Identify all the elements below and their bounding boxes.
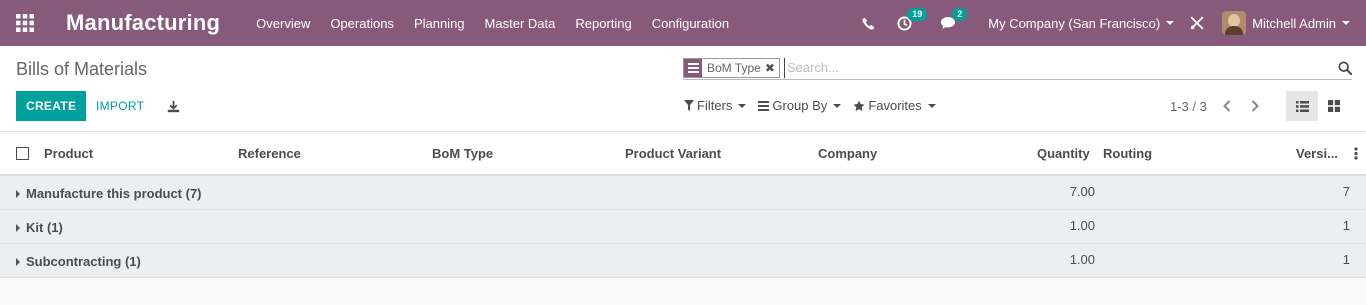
chevron-down-icon (1166, 21, 1175, 25)
group-row[interactable]: Kit (1) 1.00 1 (0, 210, 1366, 244)
group-name: Manufacture this product (7) (16, 186, 202, 201)
search-icon[interactable] (1332, 60, 1352, 75)
chevron-down-icon (738, 103, 747, 108)
import-button[interactable]: IMPORT (92, 91, 148, 121)
user-name: Mitchell Admin (1252, 15, 1336, 31)
group-version: 1 (1342, 218, 1350, 233)
create-button[interactable]: CREATE (16, 91, 87, 121)
column-routing[interactable]: Routing (1103, 146, 1152, 161)
download-icon[interactable] (164, 97, 182, 115)
company-switcher[interactable]: My Company (San Francisco) (988, 15, 1175, 31)
group-by-button[interactable]: Group By (758, 98, 842, 113)
list-view-icon[interactable] (1286, 91, 1318, 121)
tools-icon[interactable] (1190, 16, 1204, 30)
chat-icon[interactable]: 2 (940, 8, 968, 30)
pager-value[interactable]: 1-3 / 3 (1170, 99, 1207, 114)
menu-master-data[interactable]: Master Data (485, 16, 556, 31)
chevron-left-icon[interactable] (1220, 98, 1234, 114)
company-name: My Company (San Francisco) (988, 15, 1161, 31)
optional-columns-icon[interactable] (1354, 147, 1358, 163)
group-name: Kit (1) (16, 220, 63, 235)
group-name: Subcontracting (1) (16, 254, 141, 269)
message-count-badge: 2 (952, 8, 968, 21)
filters-label: Filters (697, 98, 733, 113)
column-quantity[interactable]: Quantity (1037, 146, 1090, 161)
group-version: 7 (1342, 184, 1350, 199)
kanban-view-icon[interactable] (1318, 91, 1350, 121)
control-panel: Bills of Materials BoM Type ✖ CREATE IMP… (0, 46, 1366, 132)
top-navbar: Manufacturing Overview Operations Planni… (0, 0, 1366, 46)
clock-icon[interactable]: 19 (897, 7, 928, 31)
chevron-down-icon (833, 103, 842, 108)
chevron-down-icon (1342, 21, 1350, 25)
breadcrumb: Bills of Materials (16, 59, 148, 79)
search-facet[interactable]: BoM Type ✖ (683, 57, 780, 78)
group-version: 1 (1342, 252, 1350, 267)
menu-configuration[interactable]: Configuration (652, 16, 729, 31)
column-version[interactable]: Versi... (1296, 146, 1338, 161)
group-by-label: Group By (772, 98, 828, 113)
search-options: Filters Group By Favorites (684, 98, 948, 113)
user-menu[interactable]: Mitchell Admin (1222, 11, 1350, 35)
chevron-down-icon (927, 103, 936, 108)
group-label: Manufacture this product (7) (26, 186, 202, 201)
column-product-variant[interactable]: Product Variant (625, 146, 721, 161)
filters-button[interactable]: Filters (684, 98, 747, 113)
column-product[interactable]: Product (44, 146, 93, 161)
favorites-label: Favorites (868, 98, 922, 113)
search-input[interactable] (783, 57, 1332, 78)
caret-right-icon (16, 223, 20, 232)
table-header: Product Reference BoM Type Product Varia… (0, 132, 1366, 176)
search-bar: BoM Type ✖ (683, 56, 1352, 80)
select-all-checkbox[interactable] (16, 147, 29, 160)
app-name[interactable]: Manufacturing (66, 10, 220, 36)
list-view: Product Reference BoM Type Product Varia… (0, 132, 1366, 278)
column-company[interactable]: Company (818, 146, 877, 161)
group-row[interactable]: Subcontracting (1) 1.00 1 (0, 244, 1366, 278)
group-label: Kit (1) (26, 220, 63, 235)
avatar (1222, 11, 1247, 35)
star-icon (853, 100, 865, 111)
caret-right-icon (16, 257, 20, 266)
apps-grid-icon[interactable] (0, 0, 50, 46)
bars-icon (758, 100, 770, 111)
favorites-button[interactable]: Favorites (853, 98, 936, 113)
filter-icon (684, 100, 694, 111)
caret-right-icon (16, 189, 20, 198)
chevron-right-icon[interactable] (1248, 98, 1262, 114)
group-label: Subcontracting (1) (26, 254, 141, 269)
group-quantity: 7.00 (1069, 184, 1095, 199)
menu-planning[interactable]: Planning (414, 16, 465, 31)
group-quantity: 1.00 (1069, 218, 1095, 233)
menu-reporting[interactable]: Reporting (575, 16, 631, 31)
close-icon[interactable]: ✖ (765, 61, 779, 75)
group-quantity: 1.00 (1069, 252, 1095, 267)
menu-overview[interactable]: Overview (256, 16, 310, 31)
menu-operations[interactable]: Operations (330, 16, 394, 31)
activity-count-badge: 19 (907, 7, 928, 21)
facet-label: BoM Type (707, 60, 761, 75)
column-reference[interactable]: Reference (238, 146, 301, 161)
group-by-icon (684, 58, 702, 77)
group-row[interactable]: Manufacture this product (7) 7.00 7 (0, 176, 1366, 210)
phone-icon[interactable] (862, 17, 875, 30)
column-bom-type[interactable]: BoM Type (432, 146, 493, 161)
